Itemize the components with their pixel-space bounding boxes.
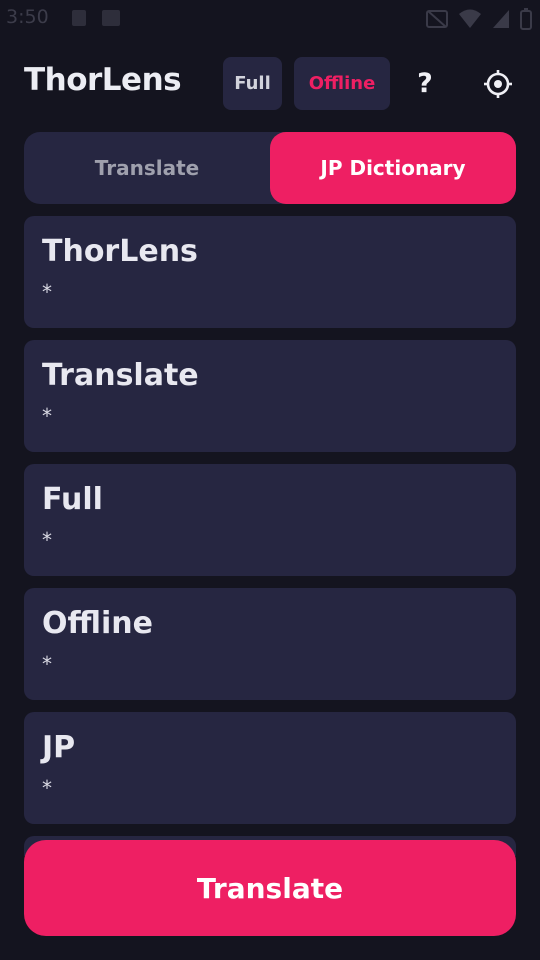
notification-icon <box>72 10 86 26</box>
card-subtitle: * <box>42 776 52 800</box>
cast-icon <box>426 10 448 28</box>
tab-translate[interactable]: Translate <box>24 132 270 204</box>
help-button[interactable]: ? <box>408 60 442 106</box>
card-subtitle: * <box>42 280 52 304</box>
status-time: 3:50 <box>6 6 49 28</box>
dictionary-card[interactable]: Offline * <box>24 588 516 700</box>
card-title: JP <box>42 730 76 765</box>
translate-button[interactable]: Translate <box>24 840 516 936</box>
status-icons <box>426 8 532 30</box>
dictionary-card[interactable]: Translate * <box>24 340 516 452</box>
tab-jp-dictionary[interactable]: JP Dictionary <box>270 132 516 204</box>
card-subtitle: * <box>42 652 52 676</box>
app-title: ThorLens <box>24 62 182 98</box>
signal-icon <box>493 10 509 28</box>
card-title: ThorLens <box>42 234 198 269</box>
status-bar: 3:50 <box>0 0 540 36</box>
sim-card-icon <box>102 10 120 26</box>
dictionary-card[interactable]: JP * <box>24 712 516 824</box>
offline-mode-chip[interactable]: Offline <box>294 57 390 110</box>
card-subtitle: * <box>42 404 52 428</box>
mode-toggle: Translate JP Dictionary <box>24 132 516 204</box>
dictionary-card[interactable]: ThorLens * <box>24 216 516 328</box>
dictionary-card[interactable]: Full * <box>24 464 516 576</box>
battery-icon <box>520 8 532 30</box>
app-screen: 3:50 ThorLens Full Offline ? Translate J… <box>0 0 540 960</box>
dictionary-list: ThorLens * Translate * Full * Offline * … <box>24 216 516 836</box>
gear-icon <box>484 70 512 98</box>
card-title: Full <box>42 482 103 517</box>
card-subtitle: * <box>42 528 52 552</box>
card-title: Offline <box>42 606 153 641</box>
settings-button[interactable] <box>478 64 518 104</box>
wifi-icon <box>459 9 481 28</box>
full-mode-chip[interactable]: Full <box>223 57 282 110</box>
card-title: Translate <box>42 358 199 393</box>
